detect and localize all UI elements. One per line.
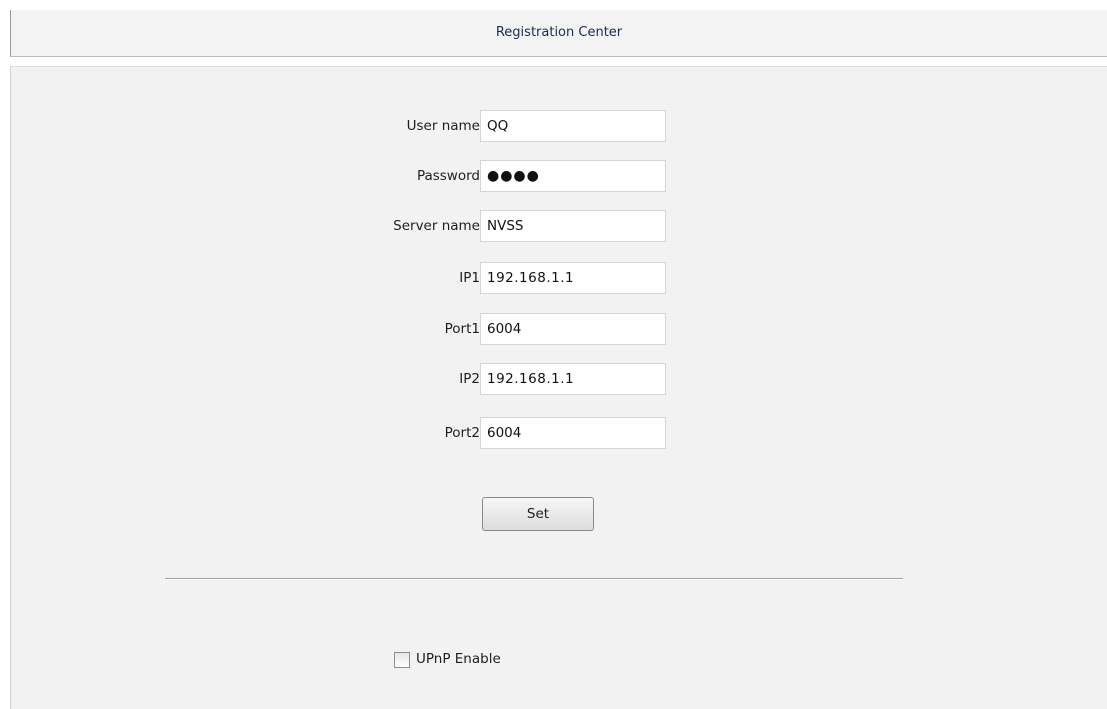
- ip1-row: IP1 192.168.1.1: [11, 262, 1107, 296]
- port2-label: Port2: [444, 425, 480, 441]
- ip2-input[interactable]: 192.168.1.1: [480, 363, 666, 395]
- divider: [165, 578, 903, 580]
- port2-row: Port2 6004: [11, 417, 1107, 451]
- upnp-enable-label: UPnP Enable: [416, 651, 501, 667]
- ip2-row: IP2 192.168.1.1: [11, 363, 1107, 397]
- ip1-input[interactable]: 192.168.1.1: [480, 262, 666, 294]
- user-name-input[interactable]: QQ: [480, 110, 666, 142]
- password-row: Password ●●●●: [11, 160, 1107, 194]
- set-button[interactable]: Set: [482, 497, 594, 531]
- password-label: Password: [416, 168, 480, 184]
- registration-center-screen: Registration Center User name QQ Passwor…: [0, 0, 1107, 709]
- port1-input[interactable]: 6004: [480, 313, 666, 345]
- port1-label: Port1: [444, 321, 480, 337]
- password-input[interactable]: ●●●●: [480, 160, 666, 192]
- port1-row: Port1 6004: [11, 313, 1107, 347]
- server-name-row: Server name NVSS: [11, 210, 1107, 244]
- upnp-enable-checkbox[interactable]: [394, 652, 410, 668]
- ip2-label: IP2: [459, 371, 480, 387]
- page-title: Registration Center: [495, 25, 623, 40]
- ip1-label: IP1: [459, 270, 480, 286]
- settings-panel: User name QQ Password ●●●● Server name N…: [10, 66, 1107, 709]
- user-name-label: User name: [406, 118, 480, 134]
- server-name-input[interactable]: NVSS: [480, 210, 666, 242]
- port2-input[interactable]: 6004: [480, 417, 666, 449]
- user-name-row: User name QQ: [11, 110, 1107, 144]
- server-name-label: Server name: [393, 218, 480, 234]
- title-bar: Registration Center: [10, 10, 1107, 57]
